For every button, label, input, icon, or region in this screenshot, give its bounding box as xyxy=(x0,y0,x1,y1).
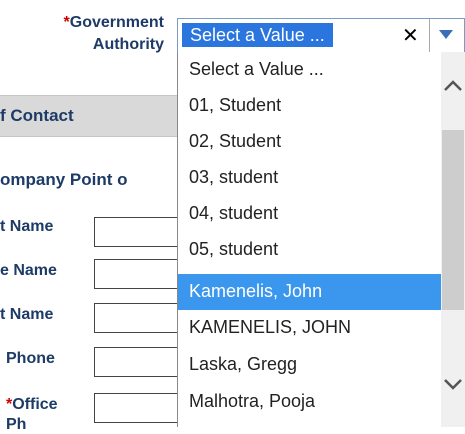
chevron-up-icon xyxy=(444,80,462,91)
last-name-label: t Name xyxy=(0,306,54,323)
dropdown-option[interactable]: Select a Value ... xyxy=(178,52,442,88)
scrollbar-thumb[interactable] xyxy=(442,130,464,310)
dropdown-option-highlighted[interactable]: Kamenelis, John xyxy=(178,274,442,310)
dropdown-options-list: Select a Value ... 01, Student 02, Stude… xyxy=(177,52,443,427)
chevron-down-icon xyxy=(444,379,462,390)
dropdown-option[interactable]: 02, Student xyxy=(178,124,442,160)
phone-label: Phone xyxy=(6,350,55,367)
first-name-label: t Name xyxy=(0,218,54,235)
dropdown-option[interactable]: KAMENELIS, JOHN xyxy=(178,310,442,346)
scroll-down-button[interactable] xyxy=(441,372,465,396)
dropdown-option[interactable]: 01, Student xyxy=(178,88,442,124)
last-name-input[interactable] xyxy=(94,303,182,333)
middle-name-label: e Name xyxy=(0,262,57,279)
phone-input[interactable] xyxy=(94,347,182,377)
contact-section-header: f Contact xyxy=(0,95,180,137)
office-phone-input[interactable] xyxy=(94,393,182,423)
first-name-input[interactable] xyxy=(94,217,182,247)
government-authority-label: *Government Authority xyxy=(63,14,164,53)
close-icon[interactable]: ✕ xyxy=(402,24,419,48)
section-title: f Contact xyxy=(0,106,74,125)
dropdown-scrollbar[interactable] xyxy=(441,52,465,427)
scroll-up-button[interactable] xyxy=(441,74,465,98)
dropdown-option[interactable]: 05, student xyxy=(178,232,442,268)
dropdown-option[interactable]: 03, student xyxy=(178,160,442,196)
company-point-of-contact-heading: ompany Point o xyxy=(0,170,128,189)
office-phone-label: *Office Ph xyxy=(6,396,58,433)
chevron-down-icon xyxy=(439,30,453,39)
dropdown-option[interactable]: 04, student xyxy=(178,196,442,232)
middle-name-input[interactable] xyxy=(94,259,182,289)
dropdown-option[interactable]: Laska, Gregg xyxy=(178,347,442,383)
dropdown-toggle-button[interactable] xyxy=(429,19,464,53)
dropdown-option[interactable]: Malhotra, Pooja xyxy=(178,384,442,420)
government-authority-select[interactable]: Select a Value ... ✕ xyxy=(177,18,465,54)
selected-value: Select a Value ... xyxy=(182,23,333,47)
